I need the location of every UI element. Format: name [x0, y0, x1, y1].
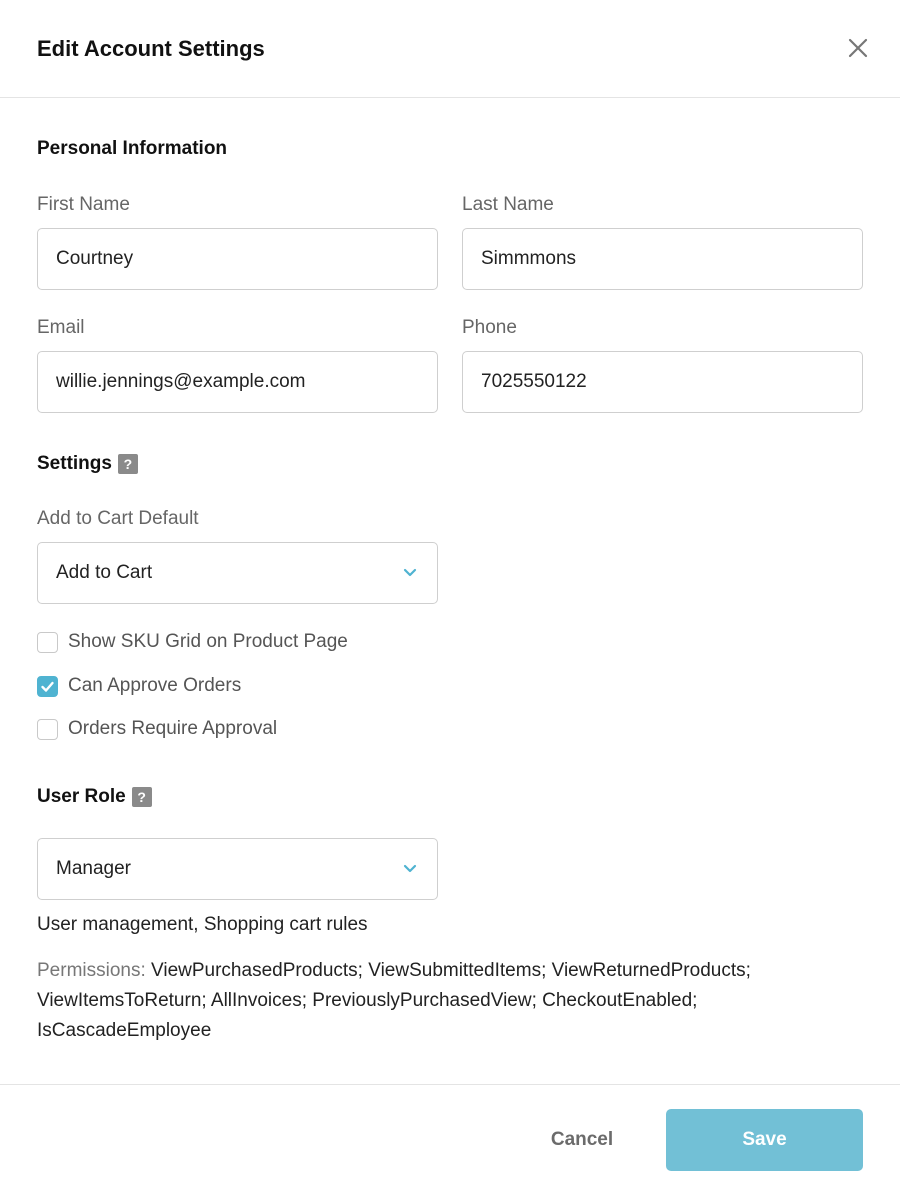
personal-information-label: Personal Information [37, 138, 228, 159]
modal-footer: Cancel Save [0, 1084, 900, 1196]
modal-header: Edit Account Settings [0, 0, 900, 98]
add-to-cart-default-value: Add to Cart [56, 562, 153, 583]
first-name-label: First Name [37, 194, 130, 215]
user-role-label: User Role [37, 786, 126, 807]
cancel-button[interactable]: Cancel [520, 1109, 644, 1171]
user-role-value: Manager [56, 858, 131, 879]
last-name-label: Last Name [462, 194, 554, 215]
show-sku-grid-checkbox[interactable] [37, 631, 58, 653]
add-to-cart-default-select[interactable]: Add to Cart [37, 542, 438, 604]
help-icon[interactable]: ? [131, 787, 152, 807]
close-icon[interactable] [846, 36, 870, 60]
help-icon[interactable]: ? [117, 454, 138, 474]
settings-heading: Settings ? [37, 453, 138, 475]
first-name-input[interactable]: Courtney [37, 228, 438, 290]
permissions-label: Permissions: [37, 960, 146, 981]
save-button[interactable]: Save [666, 1109, 863, 1171]
user-role-description: User management, Shopping cart rules [37, 914, 368, 935]
checkmark-icon [41, 681, 54, 692]
orders-require-approval-label: Orders Require Approval [68, 718, 278, 739]
settings-label: Settings [37, 453, 112, 474]
edit-account-settings-modal: Edit Account Settings Personal Informati… [0, 0, 900, 1196]
user-role-select[interactable]: Manager [37, 838, 438, 900]
last-name-input[interactable]: Simmmons [462, 228, 863, 290]
personal-information-heading: Personal Information [37, 138, 227, 160]
show-sku-grid-checkbox-row[interactable]: Show SKU Grid on Product Page [37, 631, 348, 653]
email-field[interactable]: willie.jennings@example.com [37, 351, 438, 413]
show-sku-grid-label: Show SKU Grid on Product Page [68, 631, 348, 652]
chevron-down-icon [403, 568, 417, 577]
user-role-heading: User Role ? [37, 786, 152, 808]
permissions-text: Permissions: ViewPurchasedProducts; View… [37, 956, 837, 1046]
orders-require-approval-checkbox-row[interactable]: Orders Require Approval [37, 718, 277, 740]
chevron-down-icon [403, 864, 417, 873]
can-approve-orders-checkbox-row[interactable]: Can Approve Orders [37, 675, 241, 697]
modal-title: Edit Account Settings [37, 36, 265, 61]
phone-field[interactable]: 7025550122 [462, 351, 863, 413]
phone-label: Phone [462, 317, 517, 338]
can-approve-orders-label: Can Approve Orders [68, 675, 242, 696]
can-approve-orders-checkbox[interactable] [37, 675, 58, 697]
email-label: Email [37, 317, 85, 338]
add-to-cart-default-label: Add to Cart Default [37, 508, 199, 529]
orders-require-approval-checkbox[interactable] [37, 718, 58, 740]
